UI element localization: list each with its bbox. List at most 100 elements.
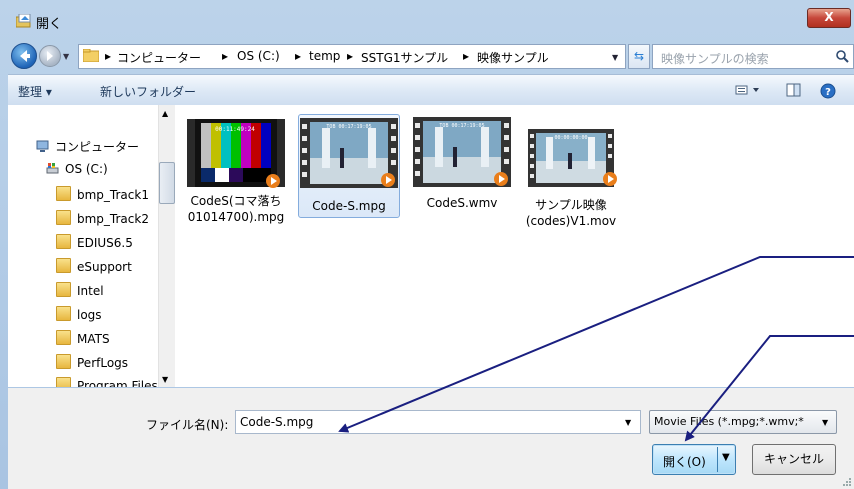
sidebar-item-label: Intel (77, 284, 104, 298)
chevron-down-icon: ▼ (822, 418, 829, 427)
back-button[interactable] (11, 43, 37, 69)
file-thumbnail: TOB 00:17:19:05 (300, 118, 398, 188)
command-toolbar: 整理 ▾ 新しいフォルダー ? (8, 74, 854, 106)
breadcrumb-separator[interactable]: ▸ (222, 49, 228, 63)
new-folder-button[interactable]: 新しいフォルダー (100, 83, 196, 100)
navigation-pane[interactable]: コンピューター OS (C:) bmp_Track1 bmp_Track2 ED… (8, 105, 175, 387)
open-button[interactable]: 開く(O) ▼ (652, 444, 736, 475)
folder-icon (56, 210, 71, 225)
sidebar-item-folder[interactable]: eSupport (56, 258, 132, 274)
file-name: Code-S.mpg (312, 199, 386, 213)
sidebar-item-label: MATS (77, 332, 110, 346)
filename-input[interactable]: Code-S.mpg ▼ (235, 410, 641, 434)
sidebar-item-label: bmp_Track1 (77, 188, 149, 202)
file-thumbnail: TOB 00:17:19:05 (413, 117, 511, 187)
breadcrumb-os-drive[interactable]: OS (C:) (237, 49, 280, 63)
address-dropdown[interactable]: ▼ (612, 53, 618, 62)
cancel-button[interactable]: キャンセル (752, 444, 836, 475)
folder-icon (56, 258, 71, 273)
sidebar-item-label: eSupport (77, 260, 132, 274)
file-name: 01014700).mpg (187, 210, 285, 224)
sidebar-item-folder[interactable]: bmp_Track2 (56, 210, 149, 226)
sidebar-item-label: PerfLogs (77, 356, 129, 370)
folder-icon (83, 49, 99, 62)
refresh-icon: ⇆ (633, 49, 645, 63)
scroll-down-icon[interactable]: ▼ (162, 375, 168, 384)
filetype-select[interactable]: Movie Files (*.mpg;*.wmv;* ▼ (649, 410, 837, 434)
breadcrumb-separator[interactable]: ▸ (463, 49, 469, 63)
timecode-overlay: TOB 00:17:19:05 (439, 123, 484, 129)
sidebar-item-label: logs (77, 308, 102, 322)
sidebar-item-label: コンピューター (55, 140, 140, 154)
organize-button[interactable]: 整理 ▾ (18, 83, 52, 100)
sidebar-item-computer[interactable]: コンピューター (36, 138, 139, 155)
sidebar-item-folder[interactable]: bmp_Track1 (56, 186, 149, 202)
split-divider (717, 447, 718, 472)
close-button[interactable]: X (807, 8, 851, 28)
file-name: サンプル映像 (535, 198, 607, 212)
breadcrumb-separator[interactable]: ▸ (347, 49, 353, 63)
file-item[interactable]: 00:11:49:24 CodeS(コマ落ち 01014700).mpg (186, 117, 286, 225)
file-thumbnail: 00:00:00:00 (528, 129, 617, 187)
recent-pages-dropdown[interactable]: ▼ (63, 52, 69, 61)
file-list[interactable]: 00:11:49:24 CodeS(コマ落ち 01014700).mpg TOB… (176, 105, 854, 387)
breadcrumb-sstg1[interactable]: SSTG1サンプル (361, 49, 448, 66)
view-options-icon[interactable] (735, 83, 763, 97)
filename-label: ファイル名(N): (146, 418, 229, 432)
open-button-label: 開く(O) (663, 455, 706, 469)
timecode-overlay: 00:11:49:24 (215, 126, 255, 133)
open-folder-icon (16, 14, 31, 28)
filetype-value: Movie Files (*.mpg;*.wmv;* (654, 415, 804, 428)
file-name: CodeS(コマ落ち (190, 194, 282, 208)
file-thumbnail: 00:11:49:24 (187, 119, 285, 188)
scroll-up-icon[interactable]: ▲ (162, 109, 168, 118)
sidebar-item-folder[interactable]: Program Files (56, 377, 158, 387)
dialog-body: コンピューター OS (C:) bmp_Track1 bmp_Track2 ED… (8, 105, 854, 387)
sidebar-scrollbar[interactable]: ▲ ▼ (158, 105, 175, 387)
resize-grip-icon[interactable] (842, 477, 852, 487)
svg-text:?: ? (825, 87, 831, 98)
folder-icon (56, 330, 71, 345)
sidebar-item-folder[interactable]: EDIUS6.5 (56, 234, 133, 250)
search-input[interactable]: 映像サンプルの検索 (652, 44, 854, 69)
breadcrumb-video-samples[interactable]: 映像サンプル (477, 49, 549, 66)
drive-icon (46, 163, 59, 174)
arrow-left-icon (20, 50, 30, 62)
refresh-button[interactable]: ⇆ (628, 44, 650, 69)
sidebar-item-label: EDIUS6.5 (77, 236, 133, 250)
file-name: CodeS.wmv (426, 196, 498, 210)
forward-button[interactable] (39, 45, 61, 67)
file-item-selected[interactable]: TOB 00:17:19:05 Code-S.mpg (298, 114, 400, 218)
breadcrumb-temp[interactable]: temp (309, 49, 340, 63)
file-name: (codes)V1.mov (525, 214, 617, 228)
folder-icon (56, 354, 71, 369)
filename-history-dropdown[interactable]: ▼ (625, 418, 631, 427)
sidebar-item-folder[interactable]: logs (56, 306, 102, 322)
search-placeholder: 映像サンプルの検索 (661, 52, 769, 66)
folder-icon (56, 282, 71, 297)
sidebar-item-label: Program Files (77, 379, 158, 387)
file-item[interactable]: TOB 00:17:19:05 CodeS.wmv (412, 117, 512, 211)
timecode-overlay: 00:00:00:00 (554, 135, 587, 141)
sidebar-item-os-drive[interactable]: OS (C:) (46, 162, 108, 176)
preview-pane-icon[interactable] (786, 83, 802, 97)
scrollbar-thumb[interactable] (159, 162, 175, 204)
search-icon[interactable] (835, 49, 849, 63)
breadcrumb-separator[interactable]: ▸ (105, 49, 111, 63)
open-dialog: 開く X ▼ ▸ コンピューター ▸ OS (C:) ▸ temp ▸ SSTG… (0, 0, 854, 489)
sidebar-item-folder[interactable]: Intel (56, 282, 104, 298)
open-options-dropdown[interactable]: ▼ (722, 452, 730, 463)
file-item[interactable]: 00:00:00:00 サンプル映像 (codes)V1.mov (521, 129, 621, 229)
sidebar-item-label: bmp_Track2 (77, 212, 149, 226)
sidebar-item-folder[interactable]: MATS (56, 330, 110, 346)
address-bar[interactable]: ▸ コンピューター ▸ OS (C:) ▸ temp ▸ SSTG1サンプル ▸… (78, 44, 626, 69)
folder-icon (56, 306, 71, 321)
sidebar-item-label: OS (C:) (65, 162, 108, 176)
breadcrumb-separator[interactable]: ▸ (295, 49, 301, 63)
help-icon[interactable]: ? (820, 83, 836, 99)
breadcrumb-computer[interactable]: コンピューター (117, 49, 201, 66)
title-bar[interactable]: 開く X (0, 0, 854, 34)
folder-icon (56, 377, 71, 387)
sidebar-item-folder[interactable]: PerfLogs (56, 354, 128, 370)
filename-value: Code-S.mpg (240, 415, 314, 429)
